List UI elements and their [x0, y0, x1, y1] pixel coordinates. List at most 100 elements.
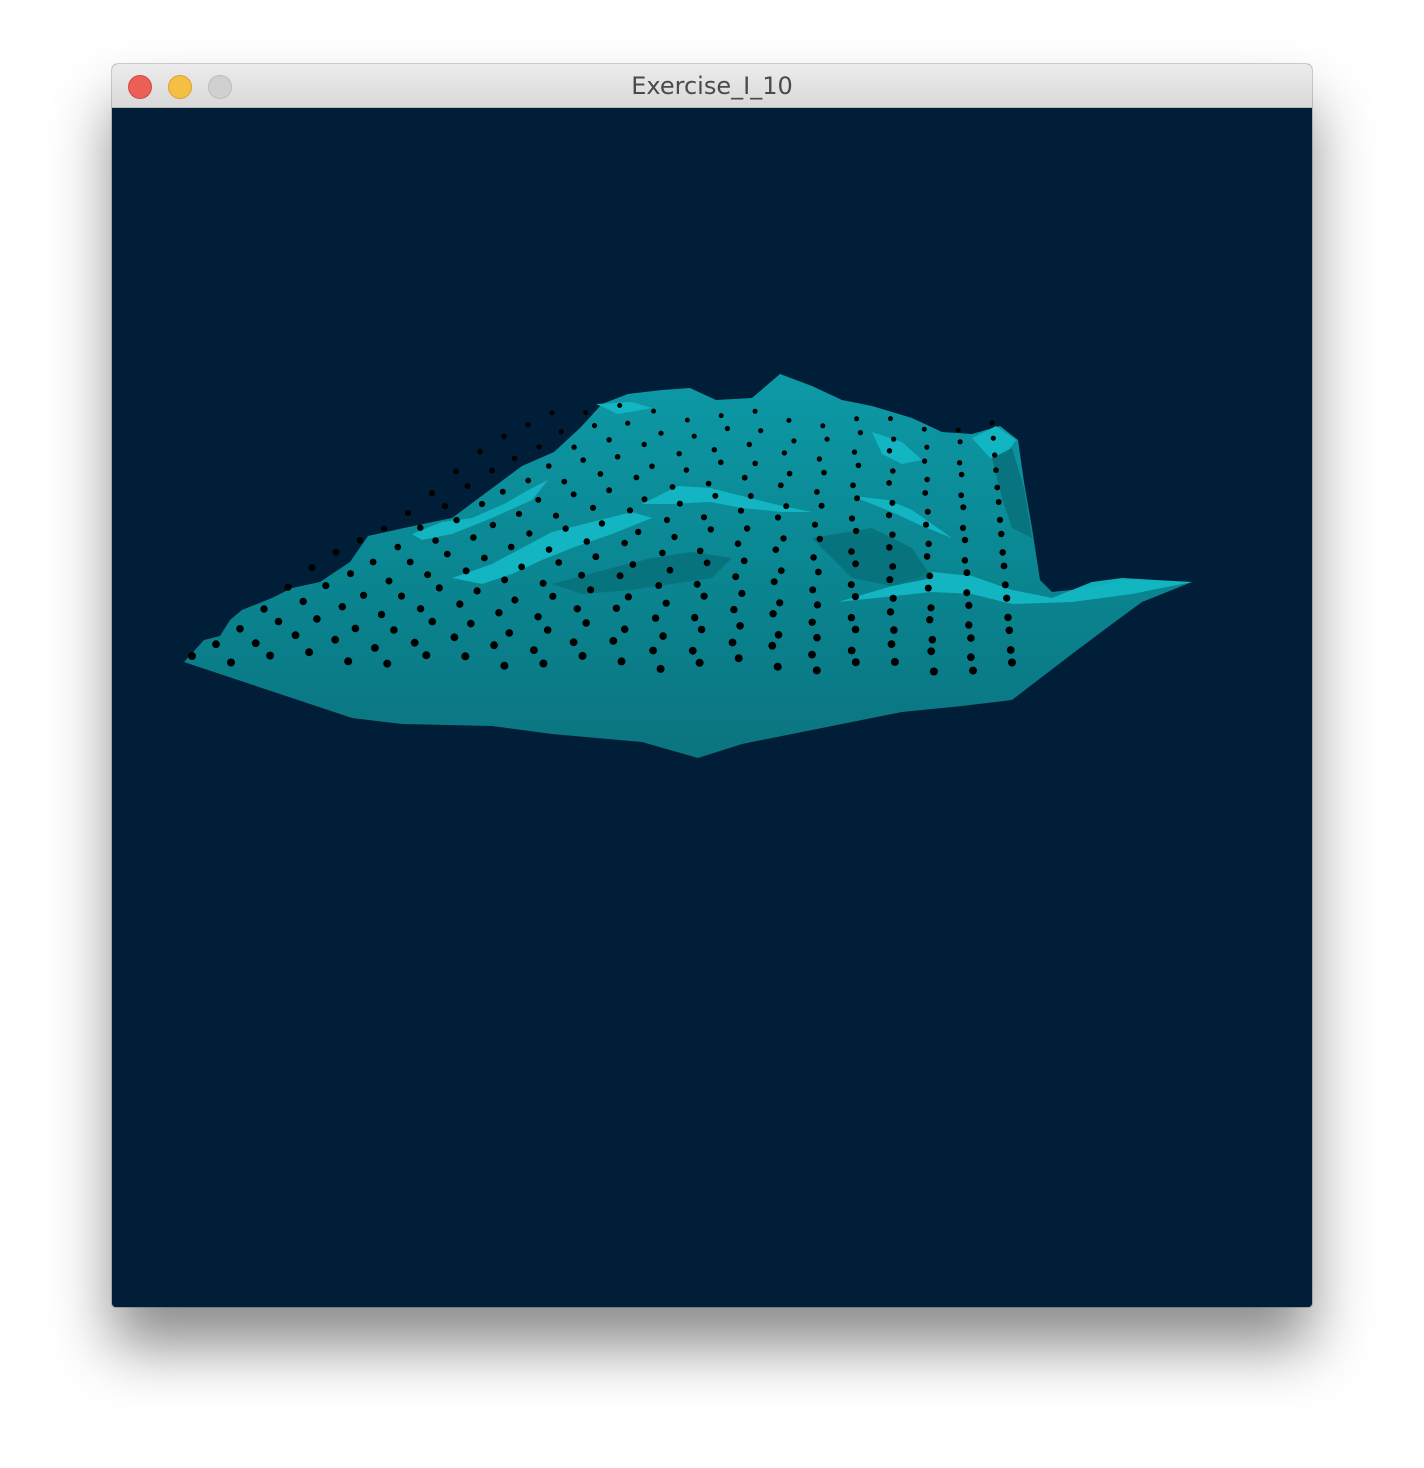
vertex-point: [432, 537, 439, 544]
vertex-point: [993, 467, 999, 473]
vertex-point: [813, 633, 821, 642]
vertex-point: [651, 614, 660, 622]
vertex-point: [891, 436, 897, 442]
vertex-point: [539, 659, 548, 668]
vertex-point: [959, 524, 967, 531]
vertex-point: [772, 546, 780, 553]
vertex-point: [236, 625, 244, 633]
vertex-point: [921, 458, 928, 464]
vertex-point: [669, 484, 676, 490]
vertex-point: [477, 448, 483, 455]
vertex-point: [854, 416, 860, 422]
vertex-point: [743, 525, 751, 532]
vertex-point: [478, 500, 486, 508]
vertex-point: [851, 625, 860, 634]
vertex-point: [260, 605, 268, 613]
vertex-point: [530, 646, 538, 654]
vertex-point: [818, 502, 825, 509]
vertex-point: [658, 430, 664, 436]
vertex-point: [1004, 613, 1012, 622]
vertex-point: [546, 463, 552, 469]
vertex-point: [525, 477, 532, 484]
vertex-point: [443, 550, 451, 558]
vertex-point: [617, 657, 626, 666]
vertex-point: [347, 570, 354, 578]
vertex-point: [380, 525, 388, 532]
vertex-point: [886, 448, 893, 454]
vertex-point: [501, 433, 507, 440]
vertex-point: [592, 553, 600, 561]
vertex-point: [507, 543, 515, 551]
render-canvas[interactable]: [112, 108, 1312, 1307]
vertex-point: [814, 489, 820, 495]
vertex-point: [666, 566, 674, 574]
vertex-point: [582, 619, 590, 627]
vertex-point: [889, 563, 897, 570]
vertex-point: [525, 422, 531, 428]
vertex-point: [926, 616, 934, 624]
vertex-point: [453, 468, 459, 475]
vertex-point: [356, 537, 364, 544]
vertex-point: [489, 467, 495, 474]
vertex-point: [416, 605, 425, 613]
vertex-point: [344, 657, 353, 666]
vertex-point: [1003, 594, 1011, 602]
vertex-point: [886, 544, 893, 551]
vertex-point: [338, 603, 346, 611]
vertex-point: [424, 571, 432, 579]
vertex-point: [1001, 581, 1009, 589]
vertex-point: [848, 548, 855, 555]
vertex-point: [711, 447, 717, 453]
vertex-point: [815, 568, 822, 576]
vertex-point: [728, 638, 737, 647]
vertex-point: [489, 521, 497, 529]
vertex-point: [617, 403, 623, 408]
vertex-point: [924, 584, 932, 592]
vertex-point: [578, 571, 586, 579]
vertex-point: [769, 610, 777, 618]
vertex-point: [989, 420, 995, 426]
vertex-point: [481, 554, 488, 562]
vertex-point: [597, 471, 604, 477]
vertex-point: [291, 631, 300, 640]
vertex-point: [410, 638, 419, 647]
vertex-point: [651, 408, 656, 414]
vertex-point: [570, 491, 577, 498]
vertex-point: [696, 547, 704, 555]
vertex-point: [724, 425, 731, 432]
vertex-point: [351, 624, 360, 633]
vertex-point: [589, 504, 597, 511]
vertex-point: [718, 459, 724, 466]
vertex-point: [322, 582, 330, 590]
vertex-point: [786, 470, 793, 477]
vertex-point: [274, 617, 283, 626]
vertex-point: [999, 549, 1006, 556]
vertex-point: [926, 572, 934, 580]
vertex-point: [921, 426, 927, 432]
vertex-point: [251, 639, 260, 648]
vertex-point: [890, 657, 899, 666]
vertex-point: [854, 495, 860, 502]
vertex-point: [406, 558, 414, 566]
vertex-point: [663, 516, 671, 524]
vertex-point: [925, 540, 932, 547]
vertex-point: [774, 631, 783, 639]
vertex-point: [774, 514, 782, 521]
vertex-point: [852, 527, 860, 535]
vertex-point: [500, 661, 509, 670]
vertex-point: [598, 520, 606, 527]
vertex-point: [747, 493, 754, 499]
vertex-point: [371, 644, 379, 652]
vertex-point: [851, 593, 860, 601]
title-bar[interactable]: Exercise_I_10: [112, 64, 1312, 108]
vertex-point: [923, 553, 931, 560]
vertex-point: [606, 487, 613, 494]
vertex-point: [649, 646, 657, 655]
vertex-point: [1005, 626, 1014, 635]
vertex-point: [963, 569, 971, 577]
vertex-point: [929, 667, 938, 676]
vertex-point: [791, 438, 797, 444]
vertex-point: [313, 615, 321, 623]
vertex-point: [549, 592, 557, 600]
vertex-point: [816, 535, 823, 543]
